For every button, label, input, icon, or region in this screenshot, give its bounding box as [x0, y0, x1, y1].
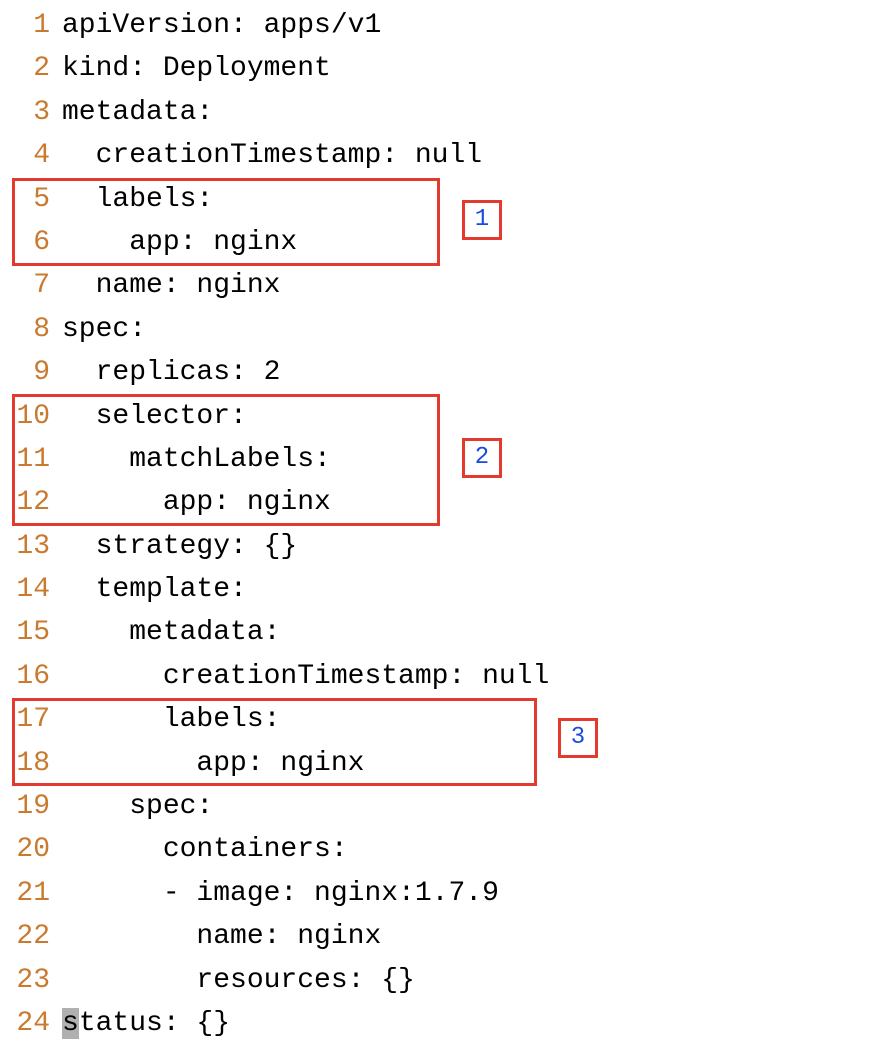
code-line: 18 app: nginx: [0, 742, 880, 785]
code-text: app: nginx: [62, 481, 880, 524]
annotation-badge-3: 3: [558, 718, 598, 758]
code-text: containers:: [62, 828, 880, 871]
line-number: 14: [0, 568, 62, 611]
code-line: 9 replicas: 2: [0, 351, 880, 394]
code-line: 21 - image: nginx:1.7.9: [0, 872, 880, 915]
code-text: app: nginx: [62, 742, 880, 785]
line-number: 18: [0, 742, 62, 785]
code-text: apiVersion: apps/v1: [62, 4, 880, 47]
cursor: s: [62, 1008, 79, 1039]
code-line: 10 selector:: [0, 395, 880, 438]
code-text: name: nginx: [62, 915, 880, 958]
code-line: 5 labels:: [0, 178, 880, 221]
line-number: 1: [0, 4, 62, 47]
annotation-badge-2: 2: [462, 438, 502, 478]
line-number: 9: [0, 351, 62, 394]
code-text: - image: nginx:1.7.9: [62, 872, 880, 915]
code-line: 2kind: Deployment: [0, 47, 880, 90]
code-text: creationTimestamp: null: [62, 134, 880, 177]
code-line: 17 labels:: [0, 698, 880, 741]
code-text: name: nginx: [62, 264, 880, 307]
code-text: creationTimestamp: null: [62, 655, 880, 698]
line-number: 17: [0, 698, 62, 741]
code-line: 19 spec:: [0, 785, 880, 828]
code-editor: 1apiVersion: apps/v12kind: Deployment3me…: [0, 4, 880, 1045]
line-number: 2: [0, 47, 62, 90]
line-number: 4: [0, 134, 62, 177]
code-line: 24status: {}: [0, 1002, 880, 1045]
code-line: 1apiVersion: apps/v1: [0, 4, 880, 47]
code-text: spec:: [62, 785, 880, 828]
code-line: 11 matchLabels:: [0, 438, 880, 481]
line-number: 24: [0, 1002, 62, 1045]
code-line: 20 containers:: [0, 828, 880, 871]
code-line: 6 app: nginx: [0, 221, 880, 264]
code-text: selector:: [62, 395, 880, 438]
code-line: 14 template:: [0, 568, 880, 611]
line-number: 8: [0, 308, 62, 351]
code-line: 4 creationTimestamp: null: [0, 134, 880, 177]
line-number: 13: [0, 525, 62, 568]
code-text: status: {}: [62, 1002, 880, 1045]
code-line: 22 name: nginx: [0, 915, 880, 958]
code-line: 23 resources: {}: [0, 959, 880, 1002]
line-number: 16: [0, 655, 62, 698]
code-text: labels:: [62, 698, 880, 741]
line-number: 15: [0, 611, 62, 654]
code-line: 3metadata:: [0, 91, 880, 134]
code-text: metadata:: [62, 611, 880, 654]
code-line: 12 app: nginx: [0, 481, 880, 524]
line-number: 12: [0, 481, 62, 524]
line-number: 5: [0, 178, 62, 221]
code-text: metadata:: [62, 91, 880, 134]
code-line: 16 creationTimestamp: null: [0, 655, 880, 698]
code-text: spec:: [62, 308, 880, 351]
line-number: 19: [0, 785, 62, 828]
line-number: 23: [0, 959, 62, 1002]
code-text: replicas: 2: [62, 351, 880, 394]
code-line: 7 name: nginx: [0, 264, 880, 307]
code-text: template:: [62, 568, 880, 611]
code-text: kind: Deployment: [62, 47, 880, 90]
line-number: 20: [0, 828, 62, 871]
line-number: 10: [0, 395, 62, 438]
line-number: 6: [0, 221, 62, 264]
line-number: 7: [0, 264, 62, 307]
line-number: 3: [0, 91, 62, 134]
code-line: 13 strategy: {}: [0, 525, 880, 568]
annotation-badge-1: 1: [462, 200, 502, 240]
line-number: 22: [0, 915, 62, 958]
code-line: 15 metadata:: [0, 611, 880, 654]
line-number: 11: [0, 438, 62, 481]
code-line: 8spec:: [0, 308, 880, 351]
line-number: 21: [0, 872, 62, 915]
code-text: resources: {}: [62, 959, 880, 1002]
code-text: strategy: {}: [62, 525, 880, 568]
